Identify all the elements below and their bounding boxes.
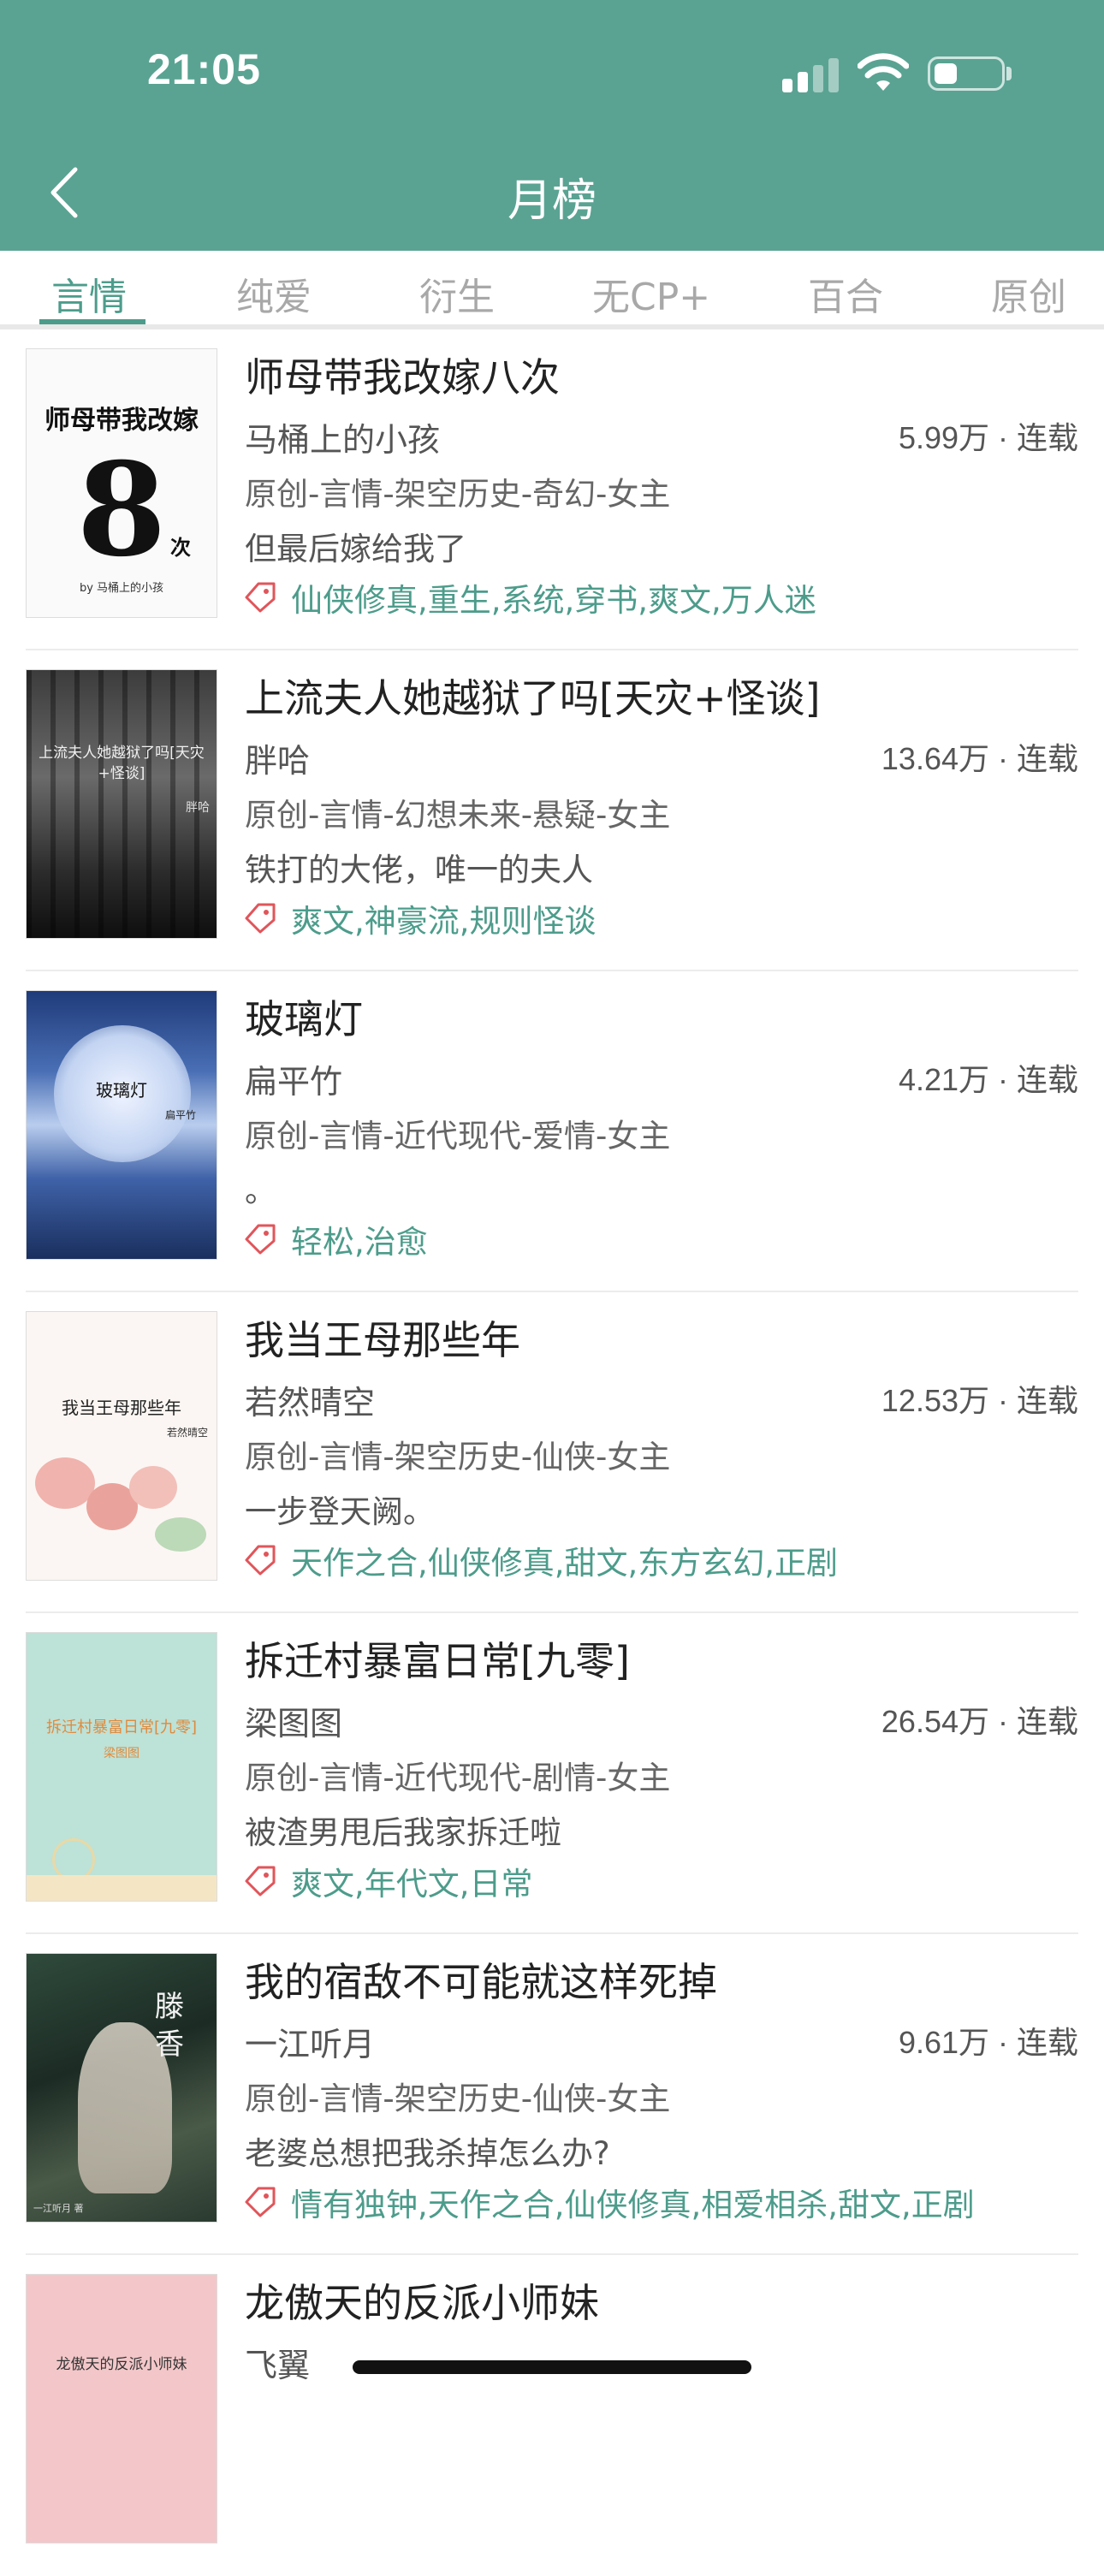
book-genre: 原创-言情-近代现代-爱情-女主 <box>245 1118 671 1154</box>
list-item[interactable]: 师母带我改嫁 8 次 by 马桶上的小孩 师母带我改嫁八次 马桶上的小孩 5.9… <box>0 329 1104 650</box>
book-author: 胖哈 <box>245 742 311 780</box>
tab-yansheng[interactable]: 衍生 <box>419 266 495 321</box>
cover-title: 我当王母那些年 <box>62 1398 181 1418</box>
book-list: 师母带我改嫁 8 次 by 马桶上的小孩 师母带我改嫁八次 马桶上的小孩 5.9… <box>0 329 1104 2576</box>
book-cover: 拆迁村暴富日常[九零] 梁图图 <box>26 1632 217 1902</box>
book-blurb: 一步登天阙。 <box>245 1493 435 1530</box>
book-genre: 原创-言情-架空历史-仙侠-女主 <box>245 2080 671 2117</box>
cover-title: 滕香 <box>155 1990 184 2062</box>
book-cover: 师母带我改嫁 8 次 by 马桶上的小孩 <box>26 348 217 618</box>
active-tab-indicator <box>39 319 145 324</box>
cover-suffix: 次 <box>170 535 191 560</box>
book-tags: 天作之合,仙侠修真,甜文,东方玄幻,正剧 <box>291 1545 839 1582</box>
book-author: 马桶上的小孩 <box>245 421 441 459</box>
book-cover: 龙傲天的反派小师妹 <box>26 2274 217 2543</box>
list-item[interactable]: 拆迁村暴富日常[九零] 梁图图 拆迁村暴富日常[九零] 梁图图 26.54万 ·… <box>0 1613 1104 1934</box>
page-title: 月榜 <box>507 175 597 227</box>
book-cover: 上流夫人她越狱了吗[天灾+怪谈] 胖哈 <box>26 669 217 939</box>
book-author: 扁平竹 <box>245 1063 343 1101</box>
book-tags: 情有独钟,天作之合,仙侠修真,相爱相杀,甜文,正剧 <box>291 2187 975 2223</box>
book-tags: 轻松,治愈 <box>291 1224 428 1261</box>
book-blurb: 老婆总想把我杀掉怎么办? <box>245 2135 610 2172</box>
cellular-signal-icon <box>782 56 842 92</box>
book-stats: 5.99万 · 连载 <box>898 420 1078 455</box>
tag-icon <box>245 903 276 934</box>
battery-icon <box>928 56 1005 91</box>
book-title: 拆迁村暴富日常[九零] <box>245 1638 630 1684</box>
category-tabs: 言情 纯爱 衍生 无CP+ 百合 原创 <box>0 251 1104 329</box>
book-tags: 爽文,神豪流,规则怪谈 <box>291 903 597 940</box>
tag-icon <box>245 2187 276 2217</box>
book-cover: 玻璃灯 扁平竹 <box>26 990 217 1260</box>
tab-wucp[interactable]: 无CP+ <box>592 266 710 321</box>
book-blurb: 但最后嫁给我了 <box>245 531 466 567</box>
book-genre: 原创-言情-架空历史-奇幻-女主 <box>245 476 671 513</box>
cover-byline: by 马桶上的小孩 <box>79 582 164 595</box>
book-genre: 原创-言情-近代现代-剧情-女主 <box>245 1760 671 1796</box>
list-item[interactable]: 我当王母那些年 若然晴空 我当王母那些年 若然晴空 12.53万 · 连载 原创… <box>0 1292 1104 1613</box>
book-cover: 我当王母那些年 若然晴空 <box>26 1311 217 1581</box>
cover-title: 上流夫人她越狱了吗[天灾+怪谈] <box>39 745 205 782</box>
tag-icon <box>245 1545 276 1576</box>
list-item[interactable]: 上流夫人她越狱了吗[天灾+怪谈] 胖哈 上流夫人她越狱了吗[天灾+怪谈] 胖哈 … <box>0 650 1104 971</box>
cover-title: 师母带我改嫁 <box>45 406 199 436</box>
book-blurb: 被渣男甩后我家拆迁啦 <box>245 1814 561 1851</box>
book-stats: 13.64万 · 连载 <box>881 741 1078 776</box>
list-item[interactable]: 玻璃灯 扁平竹 玻璃灯 扁平竹 4.21万 · 连载 原创-言情-近代现代-爱情… <box>0 971 1104 1292</box>
tag-icon <box>245 582 276 613</box>
book-author: 飞翼 <box>245 2347 311 2384</box>
home-indicator[interactable] <box>353 2360 751 2374</box>
book-title: 我的宿敌不可能就这样死掉 <box>245 1959 717 2005</box>
tab-chunai[interactable]: 纯爱 <box>236 266 312 321</box>
cover-byline: 扁平竹 <box>164 1109 196 1121</box>
status-time: 21:05 <box>147 45 261 93</box>
book-blurb: 。 <box>245 1172 276 1209</box>
book-author: 若然晴空 <box>245 1384 376 1422</box>
book-tags: 爽文,年代文,日常 <box>291 1866 533 1902</box>
book-title: 上流夫人她越狱了吗[天灾+怪谈] <box>245 675 821 721</box>
book-stats: 4.21万 · 连载 <box>898 1062 1078 1097</box>
cover-title: 龙傲天的反派小师妹 <box>56 2356 187 2373</box>
top-bar: 21:05 月榜 <box>0 0 1104 251</box>
book-author: 梁图图 <box>245 1705 343 1742</box>
tab-yuanchuang[interactable]: 原创 <box>991 266 1066 321</box>
book-cover: 滕香 一江听月 著 <box>26 1953 217 2223</box>
book-stats: 9.61万 · 连载 <box>898 2025 1078 2060</box>
list-item[interactable]: 龙傲天的反派小师妹 龙傲天的反派小师妹 飞翼 <box>0 2255 1104 2576</box>
tab-baihe[interactable]: 百合 <box>808 266 883 321</box>
book-author: 一江听月 <box>245 2026 376 2063</box>
book-title: 我当王母那些年 <box>245 1317 520 1363</box>
book-blurb: 铁打的大佬，唯一的夫人 <box>245 852 593 888</box>
book-genre: 原创-言情-架空历史-仙侠-女主 <box>245 1439 671 1475</box>
book-stats: 26.54万 · 连载 <box>881 1704 1078 1739</box>
book-tags: 仙侠修真,重生,系统,穿书,爽文,万人迷 <box>291 582 816 619</box>
cover-byline: 若然晴空 <box>166 1427 208 1439</box>
cover-byline: 一江听月 著 <box>33 2203 84 2214</box>
battery-cap <box>1006 67 1012 80</box>
book-title: 龙傲天的反派小师妹 <box>245 2280 599 2326</box>
cover-byline: 胖哈 <box>186 801 210 815</box>
wifi-icon <box>858 53 909 91</box>
tag-icon <box>245 1224 276 1255</box>
book-genre: 原创-言情-幻想未来-悬疑-女主 <box>245 797 671 834</box>
cover-byline: 梁图图 <box>104 1747 139 1760</box>
book-title: 玻璃灯 <box>245 996 363 1042</box>
cover-big-number: 8 <box>76 435 167 585</box>
list-item[interactable]: 滕香 一江听月 著 我的宿敌不可能就这样死掉 一江听月 9.61万 · 连载 原… <box>0 1934 1104 2255</box>
book-title: 师母带我改嫁八次 <box>245 354 560 401</box>
cover-title: 玻璃灯 <box>96 1080 147 1101</box>
cover-title: 拆迁村暴富日常[九零] <box>45 1718 198 1736</box>
tag-icon <box>245 1866 276 1896</box>
tab-yanqing[interactable]: 言情 <box>51 266 127 321</box>
book-stats: 12.53万 · 连载 <box>881 1383 1078 1418</box>
